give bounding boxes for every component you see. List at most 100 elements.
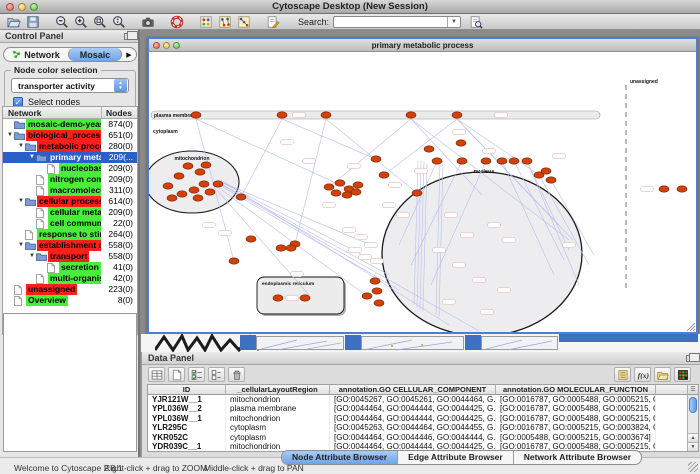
network-window-title-bar[interactable]: primary metabolic process	[149, 39, 696, 52]
table-column-header[interactable]	[656, 385, 688, 395]
expand-arrow-icon[interactable]: ▼	[28, 251, 36, 262]
network-node[interactable]	[371, 156, 381, 162]
table-cell[interactable]: YDR039C__1	[148, 442, 226, 451]
network-node[interactable]	[406, 112, 416, 118]
network-node[interactable]	[205, 189, 215, 195]
table-cell[interactable]: [GO:0016787, GO:0005488, GO:0005215, G..…	[496, 395, 656, 404]
tab-mosaic[interactable]: Mosaic	[68, 48, 122, 61]
select-all-icon[interactable]	[188, 367, 205, 382]
network-node[interactable]	[277, 112, 287, 118]
expand-arrow-icon[interactable]: ▼	[17, 196, 25, 207]
table-cell[interactable]: [GO:0044464, GO:0044446, GO:0044444, G..…	[330, 433, 496, 442]
network-node[interactable]	[300, 295, 310, 301]
network-node[interactable]	[353, 182, 363, 188]
network-node[interactable]	[236, 194, 246, 200]
tree-row[interactable]: Overview8(0)	[3, 295, 137, 306]
layout-icon-a[interactable]	[217, 15, 233, 29]
table-cell[interactable]: cytoplasm	[226, 433, 330, 442]
float-panel-icon[interactable]	[124, 33, 133, 40]
network-node[interactable]	[659, 186, 669, 192]
table-cell[interactable]: plasma membrane	[226, 404, 330, 413]
tree-row[interactable]: ▼metabolic process280(0)	[3, 141, 137, 152]
vizmapper-icon[interactable]	[198, 15, 214, 29]
annotation-icon[interactable]	[265, 15, 281, 29]
table-vertical-scrollbar[interactable]: ▲ ▼	[687, 395, 698, 451]
tab-node-attribute-browser[interactable]: Node Attribute Browser	[282, 451, 398, 464]
network-node[interactable]	[213, 181, 223, 187]
background-windows[interactable]	[141, 334, 700, 352]
scroll-up-icon[interactable]: ▲	[688, 433, 698, 442]
heatmap-icon[interactable]	[674, 367, 691, 382]
tree-row[interactable]: ▼transport558(0)	[3, 251, 137, 262]
network-node[interactable]	[546, 177, 556, 183]
scrollbar-thumb[interactable]	[689, 397, 697, 413]
table-cell[interactable]	[656, 414, 688, 423]
network-node[interactable]	[199, 181, 209, 187]
tree-row[interactable]: ▼cellular process614(0)	[3, 196, 137, 207]
network-node[interactable]	[424, 146, 434, 152]
table-cell[interactable]	[656, 423, 688, 432]
search-options-icon[interactable]	[468, 15, 484, 29]
table-icon[interactable]	[148, 367, 165, 382]
table-cell[interactable]: [GO:0016787, GO:0005488, GO:0005215, G..…	[496, 404, 656, 413]
table-cell[interactable]: [GO:0016787, GO:0005488, GO:0005215, G..…	[496, 414, 656, 423]
network-node[interactable]	[677, 186, 687, 192]
scroll-down-icon[interactable]: ▼	[688, 442, 698, 451]
zoom-selected-icon[interactable]	[92, 15, 108, 29]
network-node[interactable]	[372, 288, 382, 294]
expand-arrow-icon[interactable]: ▼	[6, 130, 14, 141]
table-cell[interactable]: mitochondrion	[226, 395, 330, 404]
network-node[interactable]	[177, 191, 187, 197]
network-node[interactable]	[321, 112, 331, 118]
table-cell[interactable]: YLR295C	[148, 423, 226, 432]
deselect-all-icon[interactable]	[208, 367, 225, 382]
network-node[interactable]	[324, 184, 334, 190]
float-panel-icon[interactable]	[686, 355, 695, 362]
network-node[interactable]	[183, 163, 193, 169]
table-cell[interactable]: mitochondrion	[226, 414, 330, 423]
network-canvas[interactable]: nucleus plasma membrane cytoplasm mitoch…	[149, 52, 696, 332]
background-window-fragment[interactable]	[481, 336, 558, 350]
search-input[interactable]	[334, 17, 447, 27]
network-node[interactable]	[342, 192, 352, 198]
help-icon[interactable]	[169, 15, 185, 29]
table-row[interactable]: YPL036W__1mitochondrion[GO:0044464, GO:0…	[148, 414, 698, 423]
tab-overflow-arrow[interactable]: ▶	[122, 48, 136, 61]
expand-arrow-icon[interactable]: ▼	[17, 141, 25, 152]
table-column-header[interactable]: ID	[148, 385, 226, 395]
table-column-header[interactable]: annotation.GO CELLULAR_COMPONENT	[330, 385, 496, 395]
network-node[interactable]	[201, 162, 211, 168]
network-node[interactable]	[195, 169, 205, 175]
zoom-in-icon[interactable]	[73, 15, 89, 29]
network-node[interactable]	[509, 158, 519, 164]
expand-arrow-icon[interactable]: ▼	[17, 240, 25, 251]
network-node[interactable]	[276, 245, 286, 251]
tab-network[interactable]: Network	[4, 48, 68, 61]
tree-row[interactable]: unassigned223(0)	[3, 284, 137, 295]
network-node[interactable]	[189, 187, 199, 193]
network-node[interactable]	[522, 158, 532, 164]
tree-row[interactable]: secretion41(0)	[3, 262, 137, 273]
tree-row[interactable]: cell communicat22(0)	[3, 218, 137, 229]
tree-row[interactable]: multi-organism pro42(0)	[3, 273, 137, 284]
table-cell[interactable]: YPL036W__1	[148, 414, 226, 423]
network-node[interactable]	[331, 190, 341, 196]
tab-edge-attribute-browser[interactable]: Edge Attribute Browser	[398, 451, 514, 464]
tree-row[interactable]: cellular metabo209(0)	[3, 207, 137, 218]
new-attribute-icon[interactable]	[168, 367, 185, 382]
network-node[interactable]	[456, 140, 466, 146]
delete-attribute-icon[interactable]	[228, 367, 245, 382]
network-node[interactable]	[286, 245, 296, 251]
network-node[interactable]	[379, 172, 389, 178]
network-node[interactable]	[167, 195, 177, 201]
network-node[interactable]	[481, 158, 491, 164]
expand-arrow-icon[interactable]: ▼	[28, 152, 36, 163]
network-node[interactable]	[246, 236, 256, 242]
table-row[interactable]: YPL036W__2plasma membrane[GO:0044464, GO…	[148, 404, 698, 413]
network-node[interactable]	[541, 168, 551, 174]
background-window-fragment[interactable]	[361, 336, 464, 350]
tab-network-attribute-browser[interactable]: Network Attribute Browser	[514, 451, 641, 464]
network-node[interactable]	[174, 173, 184, 179]
table-column-header[interactable]: _cellularLayoutRegion	[226, 385, 330, 395]
network-node[interactable]	[432, 158, 442, 164]
